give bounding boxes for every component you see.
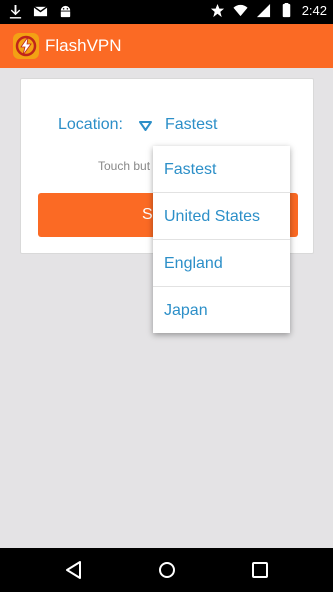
status-bar: 2:42 bbox=[0, 0, 333, 24]
signal-icon bbox=[256, 3, 270, 18]
caret-down-icon[interactable] bbox=[139, 121, 152, 131]
app-bar: FlashVPN bbox=[0, 24, 333, 68]
dropdown-option-united-states[interactable]: United States bbox=[153, 193, 290, 240]
recents-icon[interactable] bbox=[249, 559, 271, 581]
download-icon bbox=[9, 4, 22, 19]
location-selector[interactable]: Fastest bbox=[165, 116, 217, 134]
mail-icon bbox=[33, 6, 48, 17]
dropdown-option-japan[interactable]: Japan bbox=[153, 287, 290, 334]
start-button-label: S bbox=[142, 206, 153, 223]
flash-logo-icon bbox=[13, 33, 39, 59]
home-icon[interactable] bbox=[156, 559, 178, 581]
status-time: 2:42 bbox=[301, 3, 327, 18]
star-icon bbox=[210, 3, 224, 18]
dropdown-option-fastest[interactable]: Fastest bbox=[153, 146, 290, 193]
location-dropdown: Fastest United States England Japan bbox=[153, 146, 290, 333]
back-icon[interactable] bbox=[63, 559, 85, 581]
location-label: Location: bbox=[58, 116, 123, 133]
wifi-icon bbox=[233, 4, 248, 17]
battery-icon bbox=[282, 3, 290, 18]
dropdown-option-england[interactable]: England bbox=[153, 240, 290, 287]
android-icon bbox=[60, 5, 71, 18]
hint-text: Touch but bbox=[98, 159, 151, 173]
app-title: FlashVPN bbox=[45, 36, 122, 55]
navigation-bar bbox=[0, 548, 333, 592]
